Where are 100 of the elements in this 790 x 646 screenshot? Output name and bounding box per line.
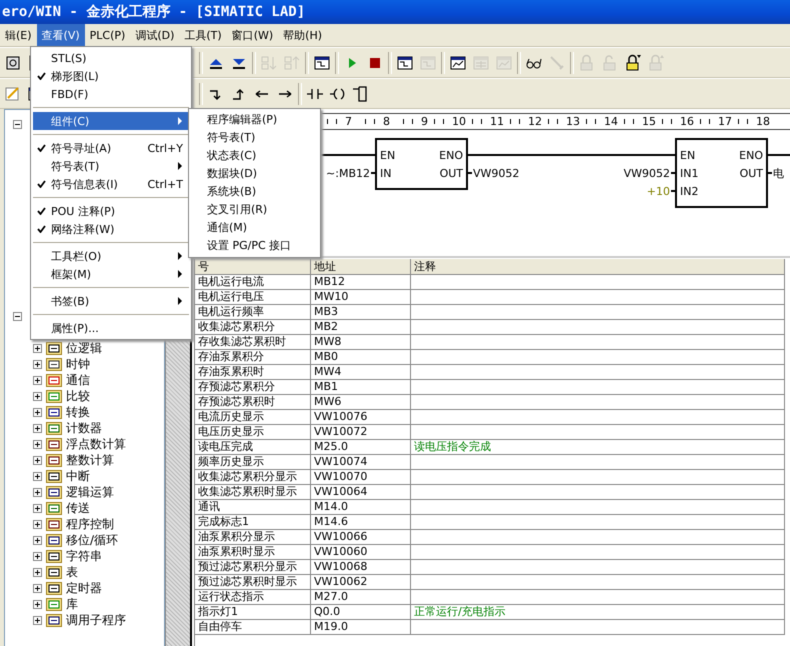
- folder-icon: [46, 581, 62, 595]
- menu-item[interactable]: 网络注释(W): [33, 220, 189, 238]
- pin-label: ENO: [439, 149, 463, 162]
- tree-item[interactable]: 程序控制: [66, 516, 114, 532]
- menu-item[interactable]: 工具栏(O): [33, 247, 189, 265]
- menu-item[interactable]: 符号信息表(I) Ctrl+T: [33, 175, 189, 193]
- tree-item[interactable]: 转换: [66, 404, 90, 420]
- submenu-arrow-icon: [178, 252, 183, 260]
- table-cell: 运行状态指示: [195, 590, 311, 605]
- expand-icon[interactable]: [33, 584, 42, 592]
- table-cell: MB2: [311, 320, 411, 335]
- ruler-number: 10: [452, 115, 466, 128]
- menu-item[interactable]: 调试(D): [130, 24, 180, 46]
- expand-icon[interactable]: [33, 488, 42, 496]
- folder-icon: [46, 453, 62, 467]
- operand-label: +10: [646, 185, 670, 198]
- expand-icon[interactable]: [33, 360, 42, 368]
- menu-item[interactable]: 符号表(T): [189, 129, 320, 147]
- menu-item[interactable]: 窗口(W): [226, 24, 278, 46]
- pin-label: IN2: [680, 185, 698, 198]
- ruler-number: 13: [566, 115, 580, 128]
- tree-item[interactable]: 位逻辑: [66, 340, 102, 356]
- column-header[interactable]: 地址: [311, 259, 411, 275]
- menu-item[interactable]: 符号表(T): [33, 157, 189, 175]
- ruler-number: 15: [642, 115, 656, 128]
- table-cell: Q0.0: [311, 605, 411, 620]
- tree-item[interactable]: 字符串: [66, 548, 102, 564]
- menu-item[interactable]: 工具(T): [179, 24, 227, 46]
- ruler-number: 7: [345, 115, 352, 128]
- tree-item[interactable]: 移位/循环: [66, 532, 118, 548]
- table-cell: MW4: [311, 365, 411, 380]
- table-cell: M14.0: [311, 500, 411, 515]
- collapse-icon[interactable]: [13, 120, 22, 128]
- table-cell: 存油泵累积时: [195, 365, 311, 380]
- menu-item[interactable]: 梯形图(L): [33, 67, 189, 85]
- table-cell: 预过滤芯累积时显示: [195, 575, 311, 590]
- expand-icon[interactable]: [33, 456, 42, 464]
- menu-item[interactable]: 通信(M): [189, 219, 320, 237]
- tree-item[interactable]: 调用子程序: [66, 612, 126, 628]
- submenu-arrow-icon: [178, 117, 183, 125]
- menu-item[interactable]: 程序编辑器(P): [189, 111, 320, 129]
- tree-item[interactable]: 通信: [66, 372, 90, 388]
- menu-item[interactable]: FBD(F): [33, 85, 189, 103]
- ruler-number: 18: [756, 115, 770, 128]
- menu-item[interactable]: 辑(E): [0, 24, 37, 46]
- menu-item[interactable]: STL(S): [33, 49, 189, 67]
- collapse-icon[interactable]: [13, 312, 22, 320]
- expand-icon[interactable]: [33, 408, 42, 416]
- menu-item[interactable]: 系统块(B): [189, 183, 320, 201]
- menu-item[interactable]: 状态表(C): [189, 147, 320, 165]
- chart-window-icon[interactable]: [449, 54, 467, 72]
- expand-icon[interactable]: [33, 504, 42, 512]
- table-cell: 电机运行电流: [195, 275, 311, 290]
- tree-item[interactable]: 比较: [66, 388, 90, 404]
- expand-icon[interactable]: [33, 472, 42, 480]
- tree-item[interactable]: 定时器: [66, 580, 102, 596]
- menu-item[interactable]: 设置 PG/PC 接口: [189, 237, 320, 255]
- table-cell: MW6: [311, 395, 411, 410]
- column-header[interactable]: 号: [195, 259, 311, 275]
- window-icon[interactable]: [313, 54, 331, 72]
- tree-item[interactable]: 中断: [66, 468, 90, 484]
- tree-item[interactable]: 浮点数计算: [66, 436, 126, 452]
- menu-item[interactable]: 帮助(H): [278, 24, 328, 46]
- table-cell: M19.0: [311, 620, 411, 635]
- menu-item[interactable]: 数据块(D): [189, 165, 320, 183]
- expand-icon[interactable]: [33, 344, 42, 352]
- tree-item[interactable]: 逻辑运算: [66, 484, 114, 500]
- checkmark-icon: [37, 207, 46, 215]
- expand-icon[interactable]: [33, 600, 42, 608]
- menu-item[interactable]: 符号寻址(A) Ctrl+Y: [33, 139, 189, 157]
- menu-item[interactable]: 书签(B): [33, 292, 189, 310]
- expand-icon[interactable]: [33, 568, 42, 576]
- column-header[interactable]: 注释: [411, 259, 785, 275]
- lock-icon[interactable]: [624, 54, 642, 72]
- network-icon[interactable]: [396, 54, 414, 72]
- menu-item[interactable]: PLC(P): [84, 24, 130, 46]
- expand-icon[interactable]: [33, 552, 42, 560]
- expand-icon[interactable]: [33, 440, 42, 448]
- expand-icon[interactable]: [33, 536, 42, 544]
- tree-item[interactable]: 整数计算: [66, 452, 114, 468]
- tree-item[interactable]: 库: [66, 596, 78, 612]
- tree-item[interactable]: 计数器: [66, 420, 102, 436]
- ruler-number: 12: [528, 115, 542, 128]
- expand-icon[interactable]: [33, 376, 42, 384]
- tree-item[interactable]: 时钟: [66, 356, 90, 372]
- expand-icon[interactable]: [33, 392, 42, 400]
- menu-item[interactable]: 交叉引用(R): [189, 201, 320, 219]
- menu-item[interactable]: 查看(V): [36, 24, 85, 46]
- menu-item[interactable]: 属性(P)...: [33, 319, 189, 337]
- menu-item[interactable]: POU 注释(P): [33, 202, 189, 220]
- expand-icon[interactable]: [33, 520, 42, 528]
- folder-icon: [46, 341, 62, 355]
- expand-icon[interactable]: [33, 616, 42, 624]
- expand-icon[interactable]: [33, 424, 42, 432]
- table-cell: M14.6: [311, 515, 411, 530]
- menu-item[interactable]: 组件(C): [33, 112, 189, 130]
- tree-item[interactable]: 表: [66, 564, 78, 580]
- table-cell: 油泵累积时显示: [195, 545, 311, 560]
- tree-item[interactable]: 传送: [66, 500, 90, 516]
- menu-item[interactable]: 框架(M): [33, 265, 189, 283]
